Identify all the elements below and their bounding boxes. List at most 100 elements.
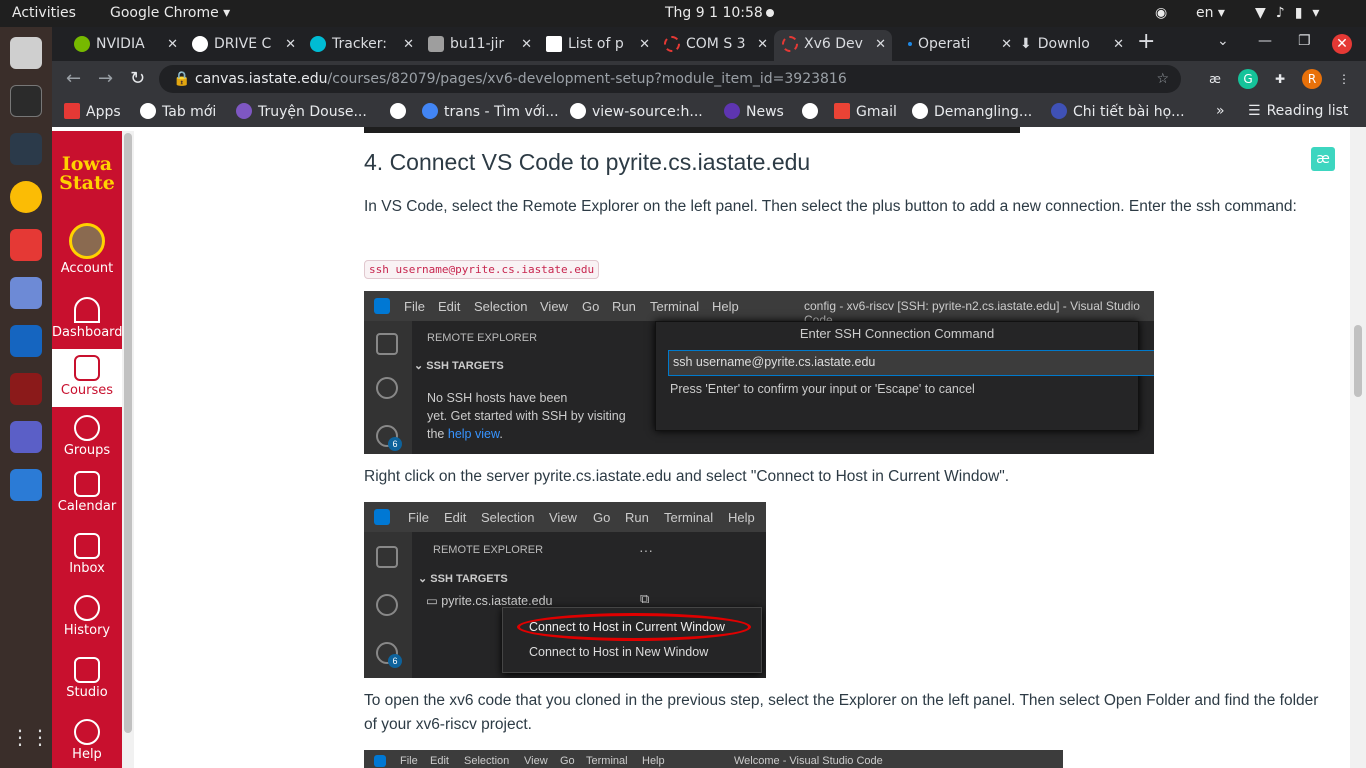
close-tab-icon[interactable]: ✕ bbox=[167, 30, 178, 59]
tab[interactable]: NVIDIA ✕ bbox=[66, 30, 184, 61]
new-tab-button[interactable]: + bbox=[1137, 29, 1155, 54]
bookmark-item[interactable] bbox=[390, 103, 412, 120]
scrollbar-thumb[interactable] bbox=[1354, 325, 1362, 397]
teams-icon[interactable] bbox=[10, 421, 42, 453]
gmail-icon bbox=[834, 103, 850, 119]
tab[interactable]: DRIVE C ✕ bbox=[184, 30, 302, 61]
chrome-icon[interactable] bbox=[10, 181, 42, 213]
bookmark-star-icon[interactable]: ☆ bbox=[1156, 65, 1169, 93]
close-tab-icon[interactable]: ✕ bbox=[521, 30, 532, 59]
extension-badge-icon[interactable]: æ bbox=[1311, 147, 1335, 171]
anydesk-icon[interactable] bbox=[10, 229, 42, 261]
vscode-menubar: File Edit Selection View Go Run Terminal… bbox=[364, 502, 766, 532]
app-menu[interactable]: Google Chrome ▾ bbox=[110, 5, 230, 21]
bookmark-item[interactable]: trans - Tìm với... bbox=[422, 103, 559, 120]
chrome-menu-icon[interactable]: ⋮ bbox=[1334, 69, 1354, 89]
status-icons[interactable]: ▼♪▮▾ bbox=[1255, 5, 1329, 21]
iowa-state-logo[interactable]: Iowa State bbox=[52, 155, 122, 193]
tab[interactable]: COM S 3 ✕ bbox=[656, 30, 774, 61]
nav-groups[interactable]: Groups bbox=[52, 415, 122, 458]
menu-item: Edit bbox=[438, 299, 461, 314]
extension-icon[interactable]: æ bbox=[1205, 69, 1225, 89]
quick-input-title: Enter SSH Connection Command bbox=[799, 326, 995, 341]
bookmark-item[interactable]: view-source:h... bbox=[570, 103, 703, 120]
vscode-icon[interactable] bbox=[10, 325, 42, 357]
nav-studio[interactable]: Studio bbox=[52, 657, 122, 700]
dashboard-icon bbox=[74, 297, 100, 323]
bookmark-item[interactable] bbox=[802, 103, 824, 120]
nav-inbox[interactable]: Inbox bbox=[52, 533, 122, 576]
terminal-icon[interactable] bbox=[10, 85, 42, 117]
tab[interactable]: bu11-jir ✕ bbox=[420, 30, 538, 61]
close-tab-icon[interactable]: ✕ bbox=[875, 30, 886, 59]
bookmark-item[interactable]: Tab mới bbox=[140, 103, 216, 120]
tab-active[interactable]: Xv6 Dev ✕ bbox=[774, 30, 892, 61]
nav-history[interactable]: History bbox=[52, 595, 122, 638]
courses-book-icon bbox=[74, 355, 100, 381]
nav-dashboard[interactable]: Dashboard bbox=[52, 297, 123, 340]
tab-favicon-icon bbox=[546, 36, 562, 52]
menu-item: View bbox=[524, 755, 548, 767]
reload-button[interactable]: ↻ bbox=[130, 68, 145, 89]
nav-calendar[interactable]: Calendar bbox=[52, 471, 122, 514]
paragraph: In VS Code, select the Remote Explorer o… bbox=[364, 198, 1297, 215]
show-apps-icon[interactable]: ⋮⋮ bbox=[10, 725, 50, 757]
tab-label: Downlo bbox=[1037, 36, 1090, 52]
document-icon[interactable] bbox=[10, 469, 42, 501]
close-tab-icon[interactable]: ✕ bbox=[639, 30, 650, 59]
empty-message: No SSH hosts have been yet. Get started … bbox=[427, 389, 667, 443]
page-scrollbar[interactable] bbox=[1350, 127, 1366, 768]
bookmark-item[interactable]: Truyện Douse... bbox=[236, 103, 367, 120]
forward-button[interactable]: → bbox=[98, 68, 113, 89]
nav-help[interactable]: Help bbox=[52, 719, 122, 762]
mail-icon[interactable] bbox=[10, 277, 42, 309]
bookmark-item[interactable]: Demangling... bbox=[912, 103, 1032, 120]
notification-dot bbox=[766, 9, 774, 17]
close-tab-icon[interactable]: ✕ bbox=[1113, 30, 1124, 59]
tab[interactable]: Operati ✕ bbox=[900, 30, 1018, 61]
close-tab-icon[interactable]: ✕ bbox=[403, 30, 414, 59]
calendar-icon bbox=[74, 471, 100, 497]
close-tab-icon[interactable]: ✕ bbox=[757, 30, 768, 59]
menu-item: Help bbox=[712, 299, 739, 314]
close-tab-icon[interactable]: ✕ bbox=[1001, 30, 1012, 59]
tab[interactable]: List of p ✕ bbox=[538, 30, 656, 61]
site-icon bbox=[236, 103, 252, 119]
bookmark-item[interactable]: Chi tiết bài họ... bbox=[1051, 103, 1185, 120]
maximize-button[interactable]: ❐ bbox=[1298, 33, 1311, 49]
terminal-red-icon[interactable] bbox=[10, 373, 42, 405]
clock[interactable]: Thg 9 1 10:58 bbox=[665, 5, 763, 21]
nav-courses[interactable]: Courses bbox=[52, 349, 122, 407]
context-menu: Connect to Host in Current Window Connec… bbox=[502, 607, 762, 673]
nav-label: Account bbox=[60, 261, 114, 276]
text-line: yet. Get started with SSH by visiting bbox=[427, 409, 626, 423]
address-bar[interactable]: 🔒 canvas.iastate.edu/courses/82079/pages… bbox=[159, 65, 1181, 93]
tab-search-icon[interactable]: ⌄ bbox=[1217, 33, 1229, 49]
back-button[interactable]: ← bbox=[66, 68, 81, 89]
minimize-button[interactable]: — bbox=[1258, 33, 1272, 49]
grammarly-icon[interactable]: G bbox=[1238, 69, 1258, 89]
language-indicator[interactable]: en ▾ bbox=[1196, 5, 1225, 21]
reading-list-button[interactable]: ☰ Reading list bbox=[1248, 103, 1348, 119]
vscode-logo-icon bbox=[374, 509, 390, 525]
bookmark-item[interactable]: Gmail bbox=[834, 103, 897, 120]
menu-item: Terminal bbox=[664, 510, 714, 525]
more-bookmarks-icon[interactable]: » bbox=[1216, 103, 1225, 119]
bookmark-item[interactable]: News bbox=[724, 103, 784, 120]
nav-account[interactable]: Account bbox=[52, 223, 122, 276]
nav-scrollbar[interactable] bbox=[122, 131, 134, 768]
scrollbar-thumb[interactable] bbox=[124, 133, 132, 733]
files-icon[interactable] bbox=[10, 37, 42, 69]
close-window-button[interactable]: ✕ bbox=[1332, 34, 1352, 54]
close-tab-icon[interactable]: ✕ bbox=[285, 30, 296, 59]
tray-icon[interactable]: ◉ bbox=[1155, 5, 1175, 21]
panel-title: REMOTE EXPLORER bbox=[427, 332, 538, 344]
system-monitor-icon[interactable] bbox=[10, 133, 42, 165]
tab[interactable]: ⬇ Downlo ✕ bbox=[1012, 30, 1130, 61]
panel-title: REMOTE EXPLORER bbox=[433, 544, 544, 556]
bookmark-apps[interactable]: Apps bbox=[64, 103, 121, 120]
tab[interactable]: Tracker: ✕ bbox=[302, 30, 420, 61]
activities-button[interactable]: Activities bbox=[12, 5, 76, 21]
profile-avatar[interactable]: R bbox=[1302, 69, 1322, 89]
extensions-puzzle-icon[interactable]: ✚ bbox=[1270, 69, 1290, 89]
